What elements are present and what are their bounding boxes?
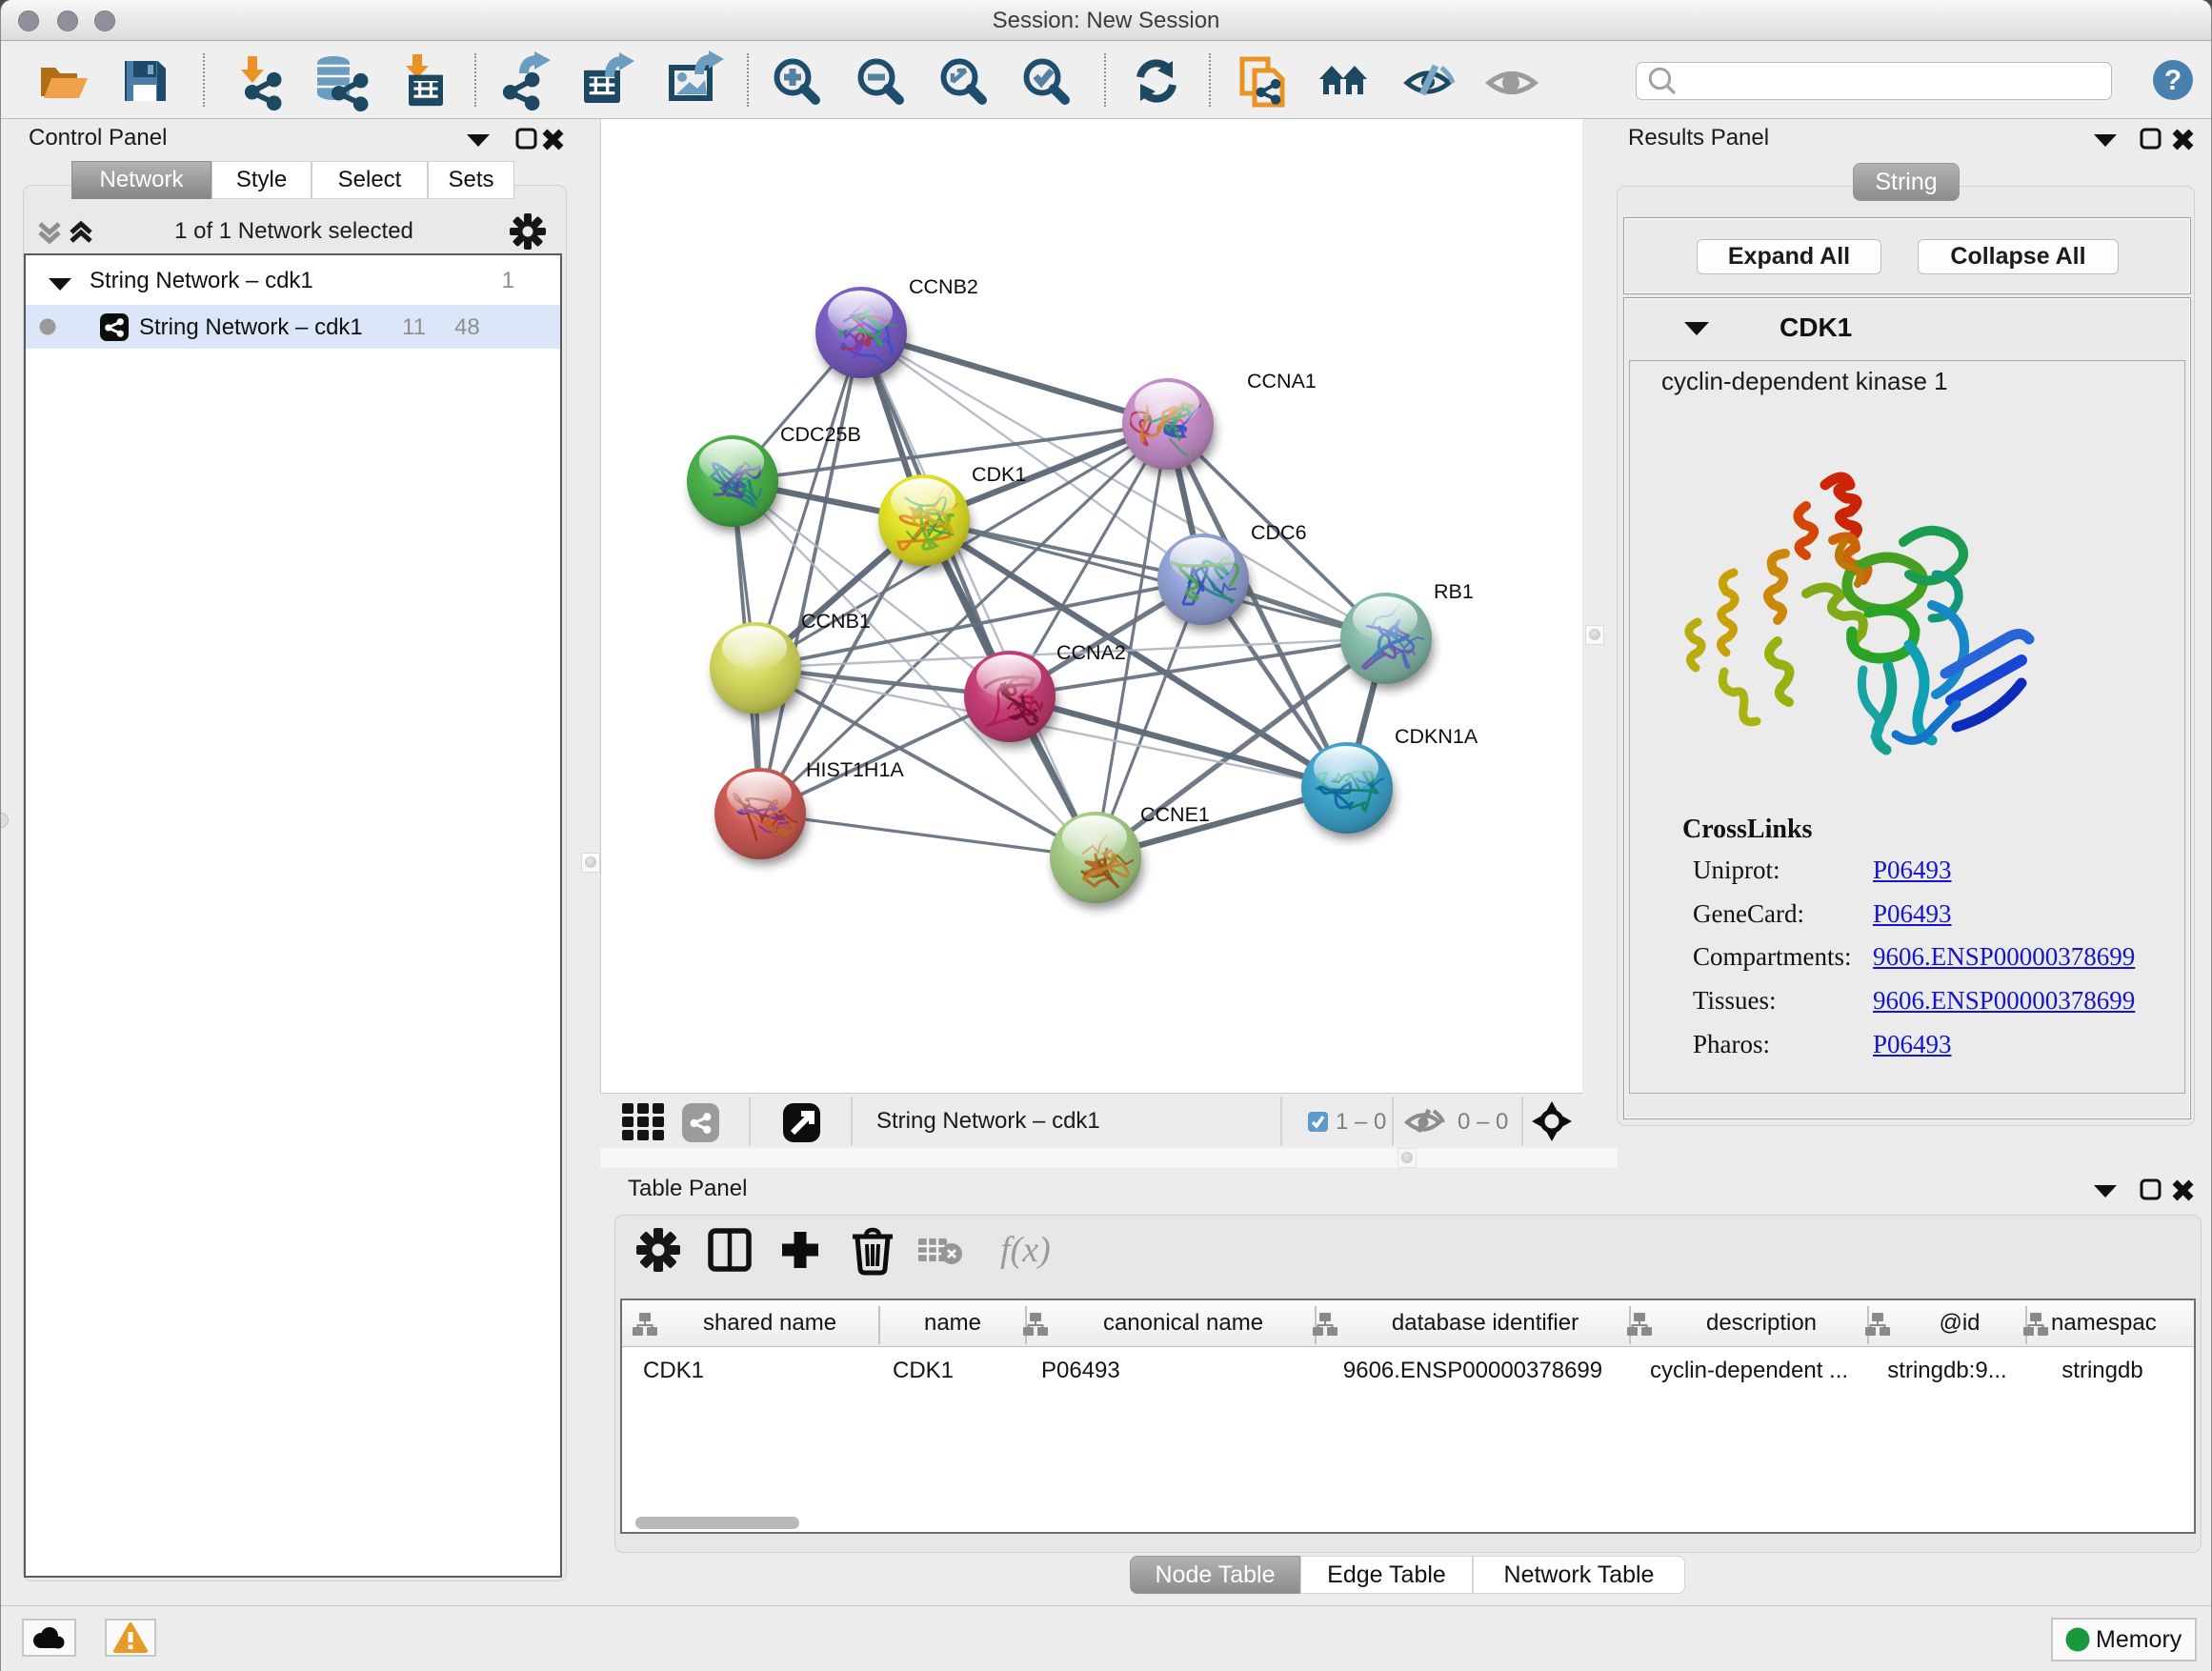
- svg-text:CCNA2: CCNA2: [1056, 641, 1126, 664]
- svg-text:CDC6: CDC6: [1251, 521, 1307, 544]
- svg-text:CDKN1A: CDKN1A: [1395, 725, 1478, 748]
- svg-text:HIST1H1A: HIST1H1A: [806, 758, 904, 781]
- svg-text:CDK1: CDK1: [972, 463, 1026, 486]
- svg-text:CDC25B: CDC25B: [780, 423, 861, 446]
- svg-text:CCNA1: CCNA1: [1247, 370, 1317, 393]
- svg-text:?: ?: [2164, 65, 2182, 96]
- svg-text:CCNB2: CCNB2: [909, 275, 978, 298]
- svg-text:CCNE1: CCNE1: [1140, 803, 1210, 826]
- svg-text:CCNB1: CCNB1: [801, 610, 871, 633]
- svg-text:RB1: RB1: [1434, 580, 1474, 603]
- svg-text:f(x): f(x): [1000, 1230, 1051, 1270]
